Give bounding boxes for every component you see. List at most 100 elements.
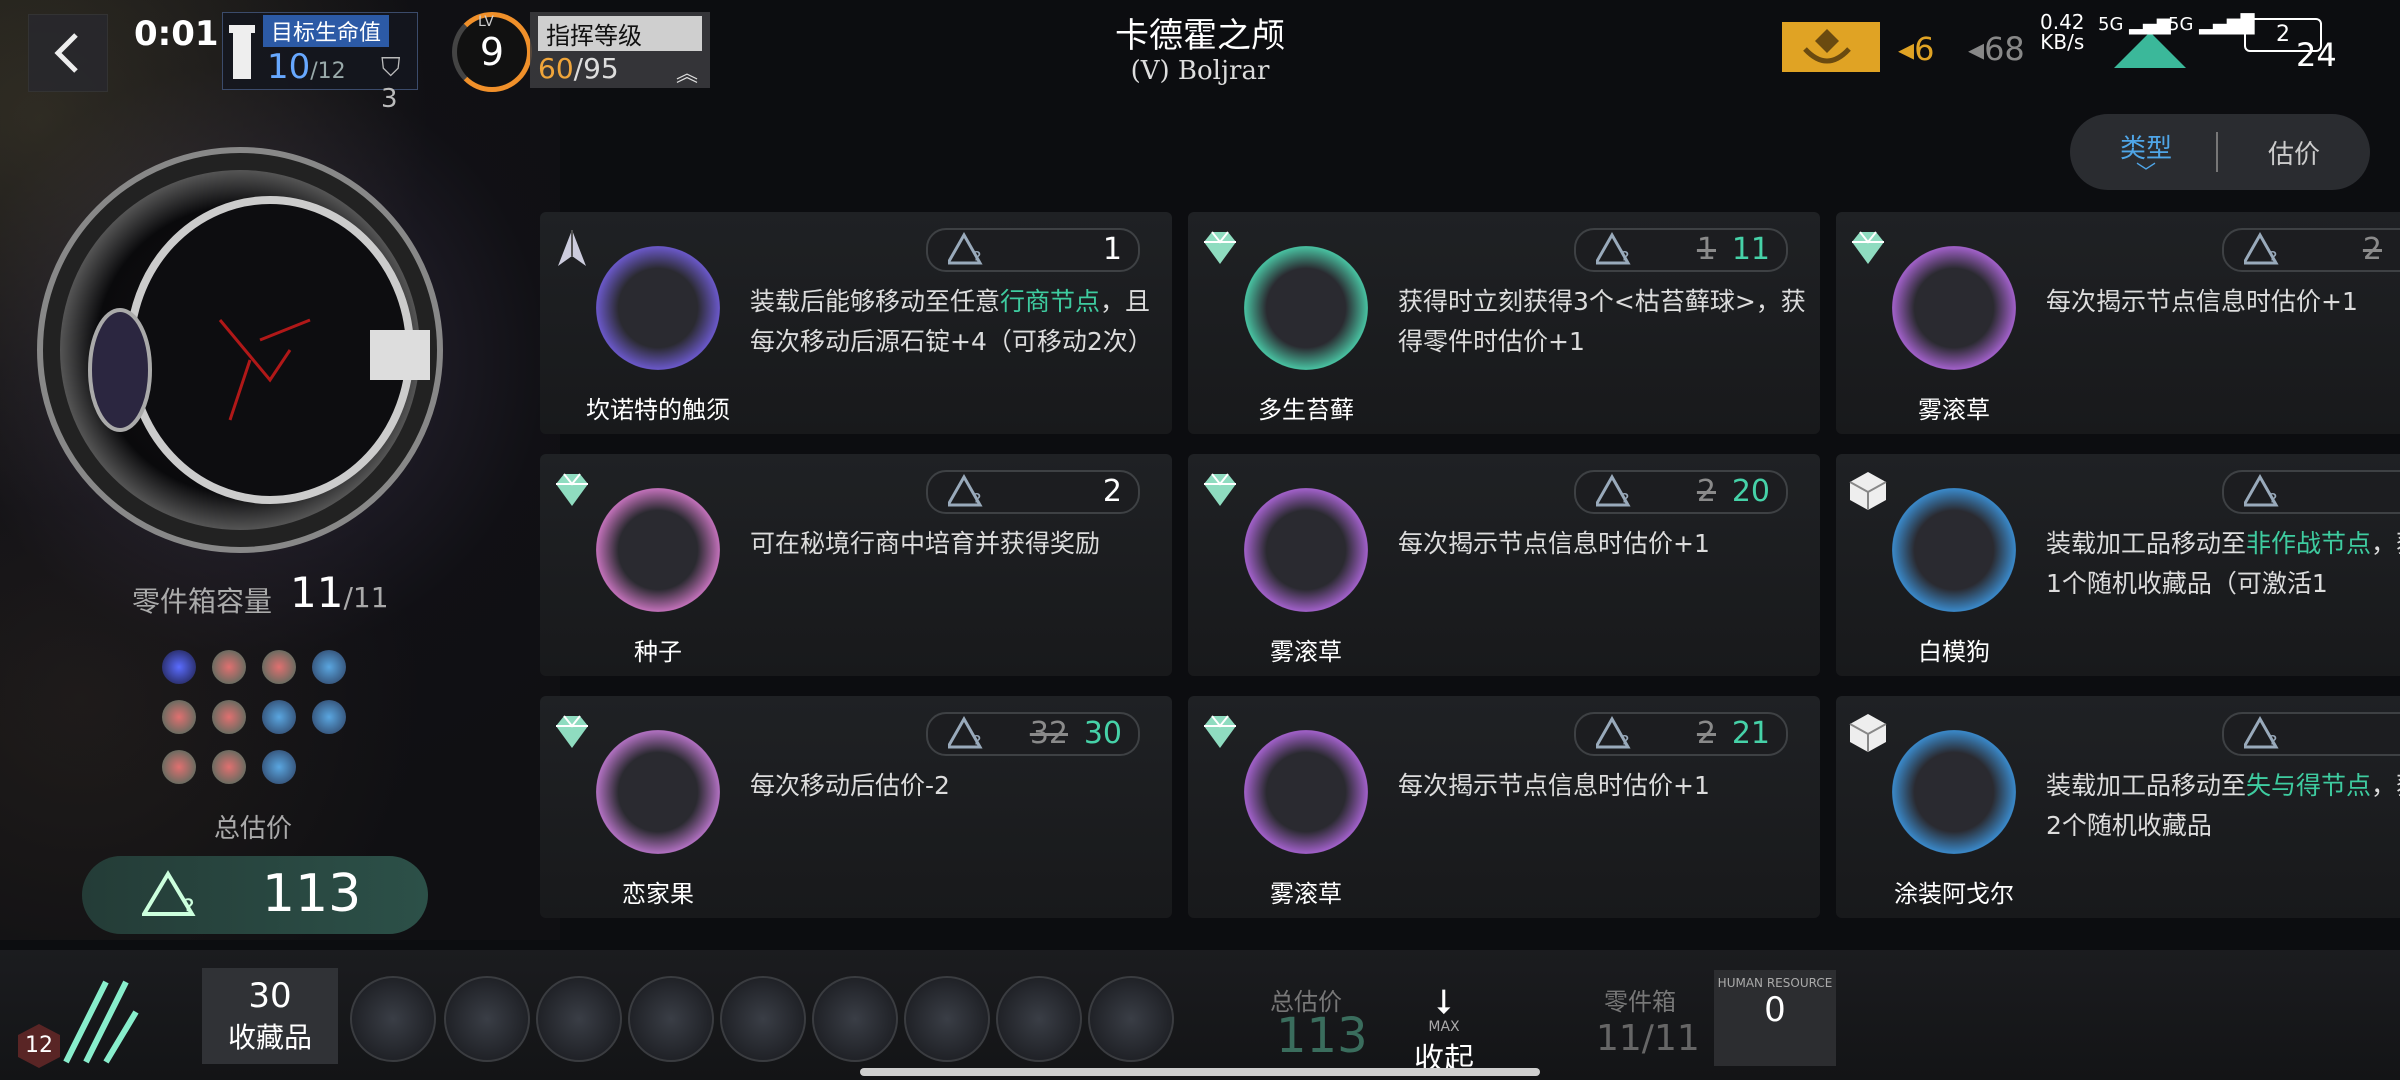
cube-type-icon: [1849, 714, 1887, 752]
slot-dot: [262, 650, 296, 684]
gem-type-icon: [1852, 231, 1884, 264]
item-card[interactable]: 雾滚草 ? 2 20 每次揭示节点信息时估价+1: [1188, 454, 1820, 676]
item-image: [596, 730, 720, 854]
item-name: 雾滚草: [1270, 638, 1342, 666]
target-hp-panel: 目标生命值 10/12 ⛉ 3: [222, 12, 418, 114]
gem-type-icon: [1204, 473, 1236, 506]
cube-type-icon: [1849, 472, 1887, 510]
item-card[interactable]: 白模狗 ? 装载加工品移动至非作战节点，获得1个随机收藏品（可激活1: [1836, 454, 2400, 676]
valuation-icon: ?: [948, 474, 983, 508]
gem-type-icon: [1204, 231, 1236, 264]
command-level-panel[interactable]: 指挥等级 60/95 ︽: [530, 12, 710, 88]
svg-text:?: ?: [972, 248, 982, 266]
bottom-total-value: 113: [1276, 1008, 1368, 1064]
svg-text:?: ?: [2268, 490, 2278, 508]
item-name: 多生苔藓: [1258, 396, 1354, 424]
item-value: 11: [1731, 232, 1770, 267]
sort-toggle[interactable]: 类型 ﹀ 估价: [2070, 114, 2370, 190]
item-card[interactable]: 雾滚草 ? 2 21 每次揭示节点信息时估价+1: [1188, 696, 1820, 918]
collection-label: 收藏品: [227, 1021, 312, 1054]
collectible-item[interactable]: [720, 976, 806, 1062]
svg-text:?: ?: [1620, 490, 1630, 508]
item-value-pill: ? 32 30: [926, 712, 1140, 756]
net-speed: 0.42 KB/s: [2040, 10, 2085, 54]
item-card[interactable]: 恋家果 ? 32 30 每次移动后估价-2: [540, 696, 1172, 918]
item-card[interactable]: 雾滚草 ? 2 2 每次揭示节点信息时估价+1: [1836, 212, 2400, 434]
collectible-item[interactable]: [536, 976, 622, 1062]
collection-count: 30: [248, 976, 292, 1016]
collectible-item[interactable]: [904, 976, 990, 1062]
item-value-pill: ?: [2222, 712, 2400, 756]
collapse-button[interactable]: ⭣ MAX 收起: [1406, 984, 1482, 1078]
item-description: 装载加工品移动至非作战节点，获得1个随机收藏品（可激活1: [2046, 529, 2400, 598]
max-tag: MAX: [1428, 1019, 1460, 1035]
item-image: [1244, 730, 1368, 854]
bottom-capacity-label: 零件箱: [1604, 988, 1676, 1016]
item-card[interactable]: 多生苔藓 ? 1 11 获得时立刻获得3个<枯苔藓球>，获得零件时估价+1: [1188, 212, 1820, 434]
slot-dot: [212, 650, 246, 684]
sort-by-value-button[interactable]: 估价: [2268, 134, 2320, 171]
page-subtitle: (V) Bοljrar: [1130, 56, 1270, 86]
valuation-icon: ?: [2244, 232, 2279, 266]
item-name: 雾滚草: [1918, 396, 1990, 424]
svg-text:?: ?: [2268, 732, 2278, 750]
item-old-value: 2: [1696, 716, 1716, 751]
gem-type-icon: [556, 473, 588, 506]
total-value-pill: ? 113: [82, 856, 428, 934]
item-image: [1244, 488, 1368, 612]
ingot-badge: [1782, 22, 1872, 72]
sort-divider: [2216, 132, 2218, 172]
item-value-pill: ? 1 11: [1574, 228, 1788, 272]
teal-triangle-icon: [2114, 32, 2186, 68]
signal-icon: 5G ▂▄▆: [2098, 14, 2171, 35]
svg-text:?: ?: [1620, 732, 1630, 750]
svg-text:?: ?: [972, 732, 982, 750]
item-value-pill: ? 2 20: [1574, 470, 1788, 514]
slot-dot: [262, 750, 296, 784]
collectible-item[interactable]: [444, 976, 530, 1062]
valuation-icon: ?: [1596, 232, 1631, 266]
corner-counter: 24: [2296, 36, 2337, 74]
slot-dot: [312, 650, 346, 684]
item-card[interactable]: 坎诺特的触须 ? 1 装载后能够移动至任意行商节点，且每次移动后源石锭+4（可移…: [540, 212, 1172, 434]
item-value-pill: ? 2: [926, 470, 1140, 514]
home-indicator[interactable]: [860, 1068, 1540, 1076]
collection-button[interactable]: 30 收藏品: [202, 968, 338, 1064]
back-button[interactable]: [28, 14, 108, 92]
capacity-label: 零件箱容量: [132, 585, 273, 618]
item-value: 1: [1102, 232, 1122, 267]
item-value-pill: ? 1: [926, 228, 1140, 272]
collectible-item[interactable]: [996, 976, 1082, 1062]
collectible-item[interactable]: [350, 976, 436, 1062]
item-description: 每次揭示节点信息时估价+1: [2046, 287, 2358, 316]
slot-dot: [262, 700, 296, 734]
item-old-value: 1: [1696, 232, 1716, 267]
item-image: [1244, 246, 1368, 370]
item-value-pill: ?: [2222, 470, 2400, 514]
valuation-icon: ?: [948, 716, 983, 750]
resource-b-value: ◂68: [1968, 30, 2025, 68]
double-chevron-up-icon: ︽: [675, 62, 698, 87]
collectible-item[interactable]: [628, 976, 714, 1062]
item-name: 恋家果: [622, 880, 694, 908]
squad-emblem-icon[interactable]: [46, 972, 150, 1076]
hp-value: 10/12: [267, 47, 346, 87]
collectible-item[interactable]: [1088, 976, 1174, 1062]
item-old-value: 32: [1029, 716, 1068, 751]
item-card[interactable]: 种子 ? 2 可在秘境行商中培育并获得奖励: [540, 454, 1172, 676]
item-image: [1892, 730, 2016, 854]
hp-label: 目标生命值: [263, 15, 390, 47]
item-description: 装载后能够移动至任意行商节点，且每次移动后源石锭+4（可移动2次）: [750, 287, 1153, 356]
slot-dot: [312, 700, 346, 734]
collectible-item[interactable]: [812, 976, 898, 1062]
item-value-pill: ? 2 21: [1574, 712, 1788, 756]
total-value-label: 总估价: [214, 814, 293, 844]
item-card[interactable]: 涂装阿戈尔 ? 装载加工品移动至失与得节点，获得2个随机收藏品: [1836, 696, 2400, 918]
valuation-icon: ?: [1596, 474, 1631, 508]
item-name: 白模狗: [1918, 638, 1990, 666]
bottom-capacity-value: 11/11: [1596, 1018, 1700, 1059]
item-image: [596, 488, 720, 612]
valuation-icon: ?: [1596, 716, 1631, 750]
item-description: 每次移动后估价-2: [750, 771, 950, 800]
human-resource-panel[interactable]: HUMAN RESOURCE 0: [1714, 970, 1836, 1066]
